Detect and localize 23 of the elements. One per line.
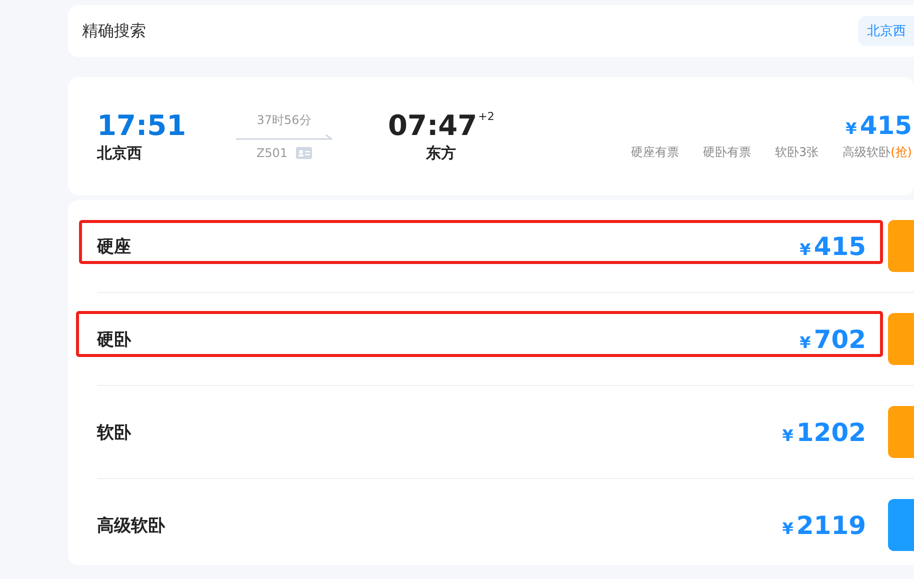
seat-availability: 硬座有票 [630,144,679,161]
id-card-icon [296,147,312,159]
day-offset: +2 [478,110,494,122]
seat-availability: 高级软卧(抢) [842,144,912,161]
duration: 37时56分 [256,112,312,129]
seat-price: ¥1202 [782,418,866,446]
seat-price: ¥702 [800,324,866,354]
seat-type: 软卧 [97,422,131,444]
seat-type: 硬座 [97,236,131,258]
seat-availability: 硬卧有票 [702,144,751,161]
seat-price: ¥2119 [782,510,866,540]
station-chip[interactable]: 北京西 [858,16,914,46]
arrival-station: 东方 [426,144,456,162]
train-number: Z501 [256,146,288,160]
departure-time: 17:51 [97,110,188,142]
departure-station: 北京西 [97,144,143,162]
seat-availability: 软卧3张 [774,144,819,161]
seat-price: ¥415 [800,232,866,260]
arrival-time: 07:47 [388,110,478,142]
lowest-price: ¥415 [846,111,912,140]
search-label: 精确搜索 [82,20,146,42]
seat-type: 硬卧 [97,328,131,350]
seat-type: 高级软卧 [97,514,165,536]
